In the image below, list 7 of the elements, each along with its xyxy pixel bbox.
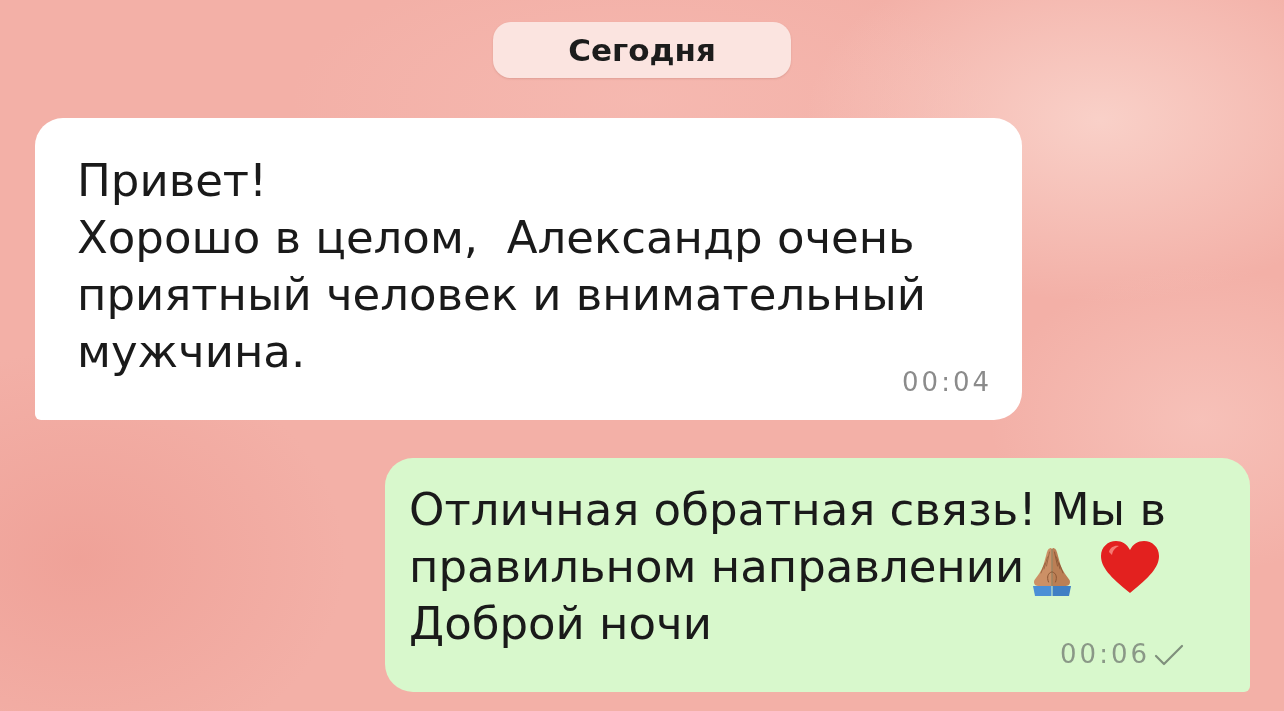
heart-icon — [1100, 539, 1161, 594]
date-divider: Сегодня — [493, 22, 791, 78]
message-text: Отличная обратная связь! Мы в — [409, 482, 1166, 538]
message-text: правильном направлении — [409, 539, 1025, 595]
message-text: Доброй ночи — [409, 596, 712, 652]
message-time: 00:06 — [1060, 639, 1150, 670]
folded-hands-icon — [1032, 546, 1073, 597]
